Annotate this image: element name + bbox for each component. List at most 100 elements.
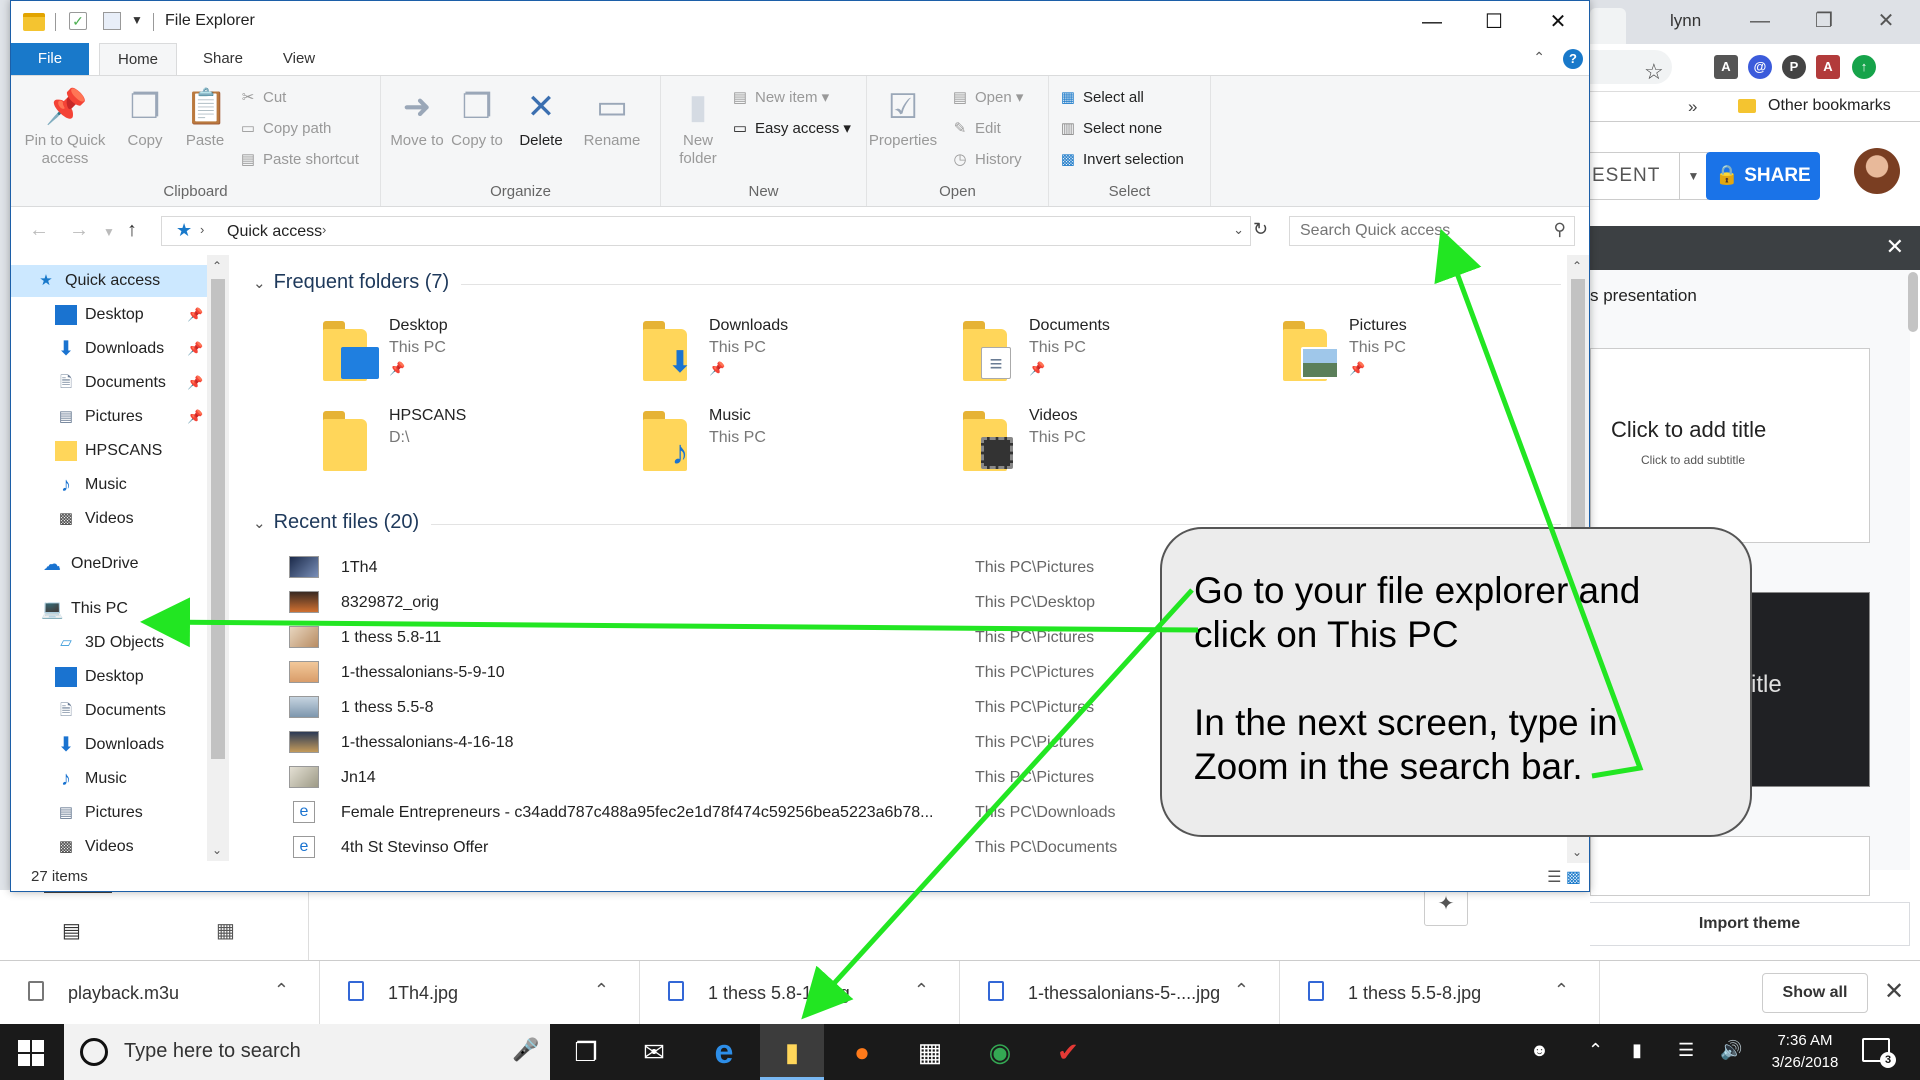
chrome-restore-button[interactable]: ❐ [1804,6,1844,36]
wifi-icon[interactable]: ☰ [1678,1040,1694,1061]
other-bookmarks[interactable]: Other bookmarks [1768,97,1891,115]
copy-to-button[interactable]: ❐ Copy to [449,86,505,150]
search-box[interactable]: ⚲ [1289,216,1575,246]
new-folder-quick-icon[interactable] [103,12,121,30]
chrome-close-button[interactable]: ✕ [1866,6,1906,36]
download-item[interactable]: 1 thess 5.5-8.jpg ⌃ [1280,961,1600,1025]
delete-button[interactable]: ✕ Delete [509,86,573,150]
chevron-up-icon[interactable]: ⌃ [914,980,929,1001]
chrome-icon[interactable]: ◉ [968,1024,1032,1080]
theme-thumbnail[interactable]: Click to add title Click to add subtitle [1590,348,1870,543]
theme-thumbnail[interactable] [1590,836,1870,896]
chevron-up-icon[interactable]: ⌃ [1554,980,1569,1001]
refresh-icon[interactable]: ↻ [1253,219,1268,240]
nav-downloads-pc[interactable]: ⬇ Downloads [55,729,165,761]
profile-name[interactable]: lynn [1670,11,1701,31]
table-row[interactable]: e Female Entrepreneurs - c34add787c488a95… [233,797,1233,832]
search-input[interactable] [1290,217,1530,245]
translate-extension-icon[interactable]: A [1714,55,1738,79]
list-view-icon[interactable]: ▤ [62,918,81,943]
explore-icon[interactable]: ✦ [1424,890,1468,926]
volume-icon[interactable]: 🔊 [1720,1040,1742,1061]
new-item-button[interactable]: ▤ New item ▾ [731,88,829,106]
cut-button[interactable]: ✂ Cut [239,88,287,106]
nav-documents-pc[interactable]: 🗎 Documents [55,695,166,727]
folder-tile-desktop[interactable]: Desktop This PC 📌 [323,317,643,399]
table-row[interactable]: 1-thessalonians-4-16-18 This PC\Pictures [233,727,1233,762]
task-view-icon[interactable]: ❐ [554,1024,618,1080]
omnibox[interactable]: ☆ [1590,50,1672,84]
tab-share[interactable]: Share [187,43,259,75]
pin-icon[interactable]: 📌 [187,307,203,323]
new-folder-button[interactable]: ▮ New folder [669,86,727,168]
edge-icon[interactable]: e [692,1024,756,1080]
close-button[interactable]: ✕ [1527,5,1589,39]
nav-documents[interactable]: 🗎 Documents [55,367,166,399]
back-arrow-icon[interactable]: ← [29,219,49,242]
share-button[interactable]: 🔒 SHARE [1706,152,1820,200]
pin-icon[interactable]: 📌 [187,375,203,391]
download-item[interactable]: 1-thessalonians-5-....jpg ⌃ [960,961,1280,1025]
nav-music-pc[interactable]: ♪ Music [55,763,127,795]
select-none-button[interactable]: ▥ Select none [1059,119,1162,137]
customize-quick-access-icon[interactable]: ▼ [131,13,143,27]
action-center-icon[interactable]: 3 [1862,1038,1896,1068]
nav-desktop-pc[interactable]: Desktop [55,661,144,693]
download-item[interactable]: 1 thess 5.8-11.jpg ⌃ [640,961,960,1025]
invert-selection-button[interactable]: ▩ Invert selection [1059,150,1184,168]
microphone-icon[interactable]: 🎤 [512,1037,539,1063]
breadcrumb-separator-icon[interactable]: › [322,222,326,237]
scroll-thumb[interactable] [211,279,225,759]
folder-tile-pictures[interactable]: Pictures This PC 📌 [1283,317,1603,399]
paste-button[interactable]: 📋 Paste [179,86,231,150]
clock[interactable]: 7:36 AM 3/26/2018 [1760,1030,1850,1074]
download-item[interactable]: 1Th4.jpg ⌃ [320,961,640,1025]
file-explorer-taskbar-icon[interactable]: ▮ [760,1024,824,1080]
minimize-button[interactable]: — [1401,5,1463,39]
recent-locations-icon[interactable]: ▼ [103,225,115,239]
nav-pictures[interactable]: ▤ Pictures [55,401,143,433]
copy-button[interactable]: ❐ Copy [119,86,171,150]
nav-3d-objects[interactable]: ▱ 3D Objects [55,627,164,659]
view-toggle[interactable]: ☰ ▩ [1547,867,1581,887]
bookmarks-overflow-icon[interactable]: » [1688,97,1697,117]
tab-view[interactable]: View [267,43,331,75]
table-row[interactable]: 1-thessalonians-5-9-10 This PC\Pictures [233,657,1233,692]
folder-tile-music[interactable]: ♪ Music This PC [643,407,963,489]
scroll-down-icon[interactable]: ⌄ [212,843,222,857]
history-button[interactable]: ◷ History [951,150,1021,168]
close-icon[interactable]: ✕ [1884,977,1904,1006]
tab-home[interactable]: Home [99,43,177,75]
nav-this-pc[interactable]: 💻 This PC [41,593,128,625]
nav-videos-pc[interactable]: ▩ Videos [55,831,134,859]
move-to-button[interactable]: ➜ Move to [389,86,445,150]
table-row[interactable]: e 4th St Stevinso Offer This PC\Documents [233,832,1233,867]
help-icon[interactable]: ? [1563,49,1583,69]
update-extension-icon[interactable]: ↑ [1852,55,1876,79]
show-hidden-icons-icon[interactable]: ⌃ [1588,1040,1603,1061]
cortana-icon[interactable] [80,1038,108,1066]
properties-button[interactable]: ☑ Properties [867,86,939,150]
chevron-up-icon[interactable]: ⌃ [274,980,289,1001]
chrome-minimize-button[interactable]: — [1740,6,1780,36]
maximize-button[interactable]: ☐ [1463,5,1525,39]
open-button[interactable]: ▤ Open ▾ [951,88,1024,106]
table-row[interactable]: Jn14 This PC\Pictures [233,762,1233,797]
table-row[interactable]: 1Th4 This PC\Pictures [233,552,1233,587]
search-icon[interactable]: ⚲ [1554,220,1566,240]
pdf-extension-icon[interactable]: A [1816,55,1840,79]
select-all-button[interactable]: ▦ Select all [1059,88,1144,106]
nav-hpscans[interactable]: HPSCANS [55,435,162,467]
properties-quick-icon[interactable]: ✓ [69,12,87,30]
themes-scrollbar[interactable] [1908,272,1918,332]
show-all-button[interactable]: Show all [1762,973,1868,1013]
address-dropdown-icon[interactable]: ⌄ [1233,222,1244,238]
forward-arrow-icon[interactable]: → [69,219,89,242]
breadcrumb[interactable]: Quick access [227,223,322,241]
pinterest-icon[interactable]: P [1782,55,1806,79]
download-item[interactable]: playback.m3u ⌃ [0,961,320,1025]
frequent-folders-header[interactable]: ⌄ Frequent folders (7) [253,271,449,294]
large-icons-view-icon[interactable]: ▩ [1566,869,1581,886]
pin-to-quick-access-button[interactable]: 📌 Pin to Quick access [19,86,111,168]
recent-files-header[interactable]: ⌄ Recent files (20) [253,511,419,534]
